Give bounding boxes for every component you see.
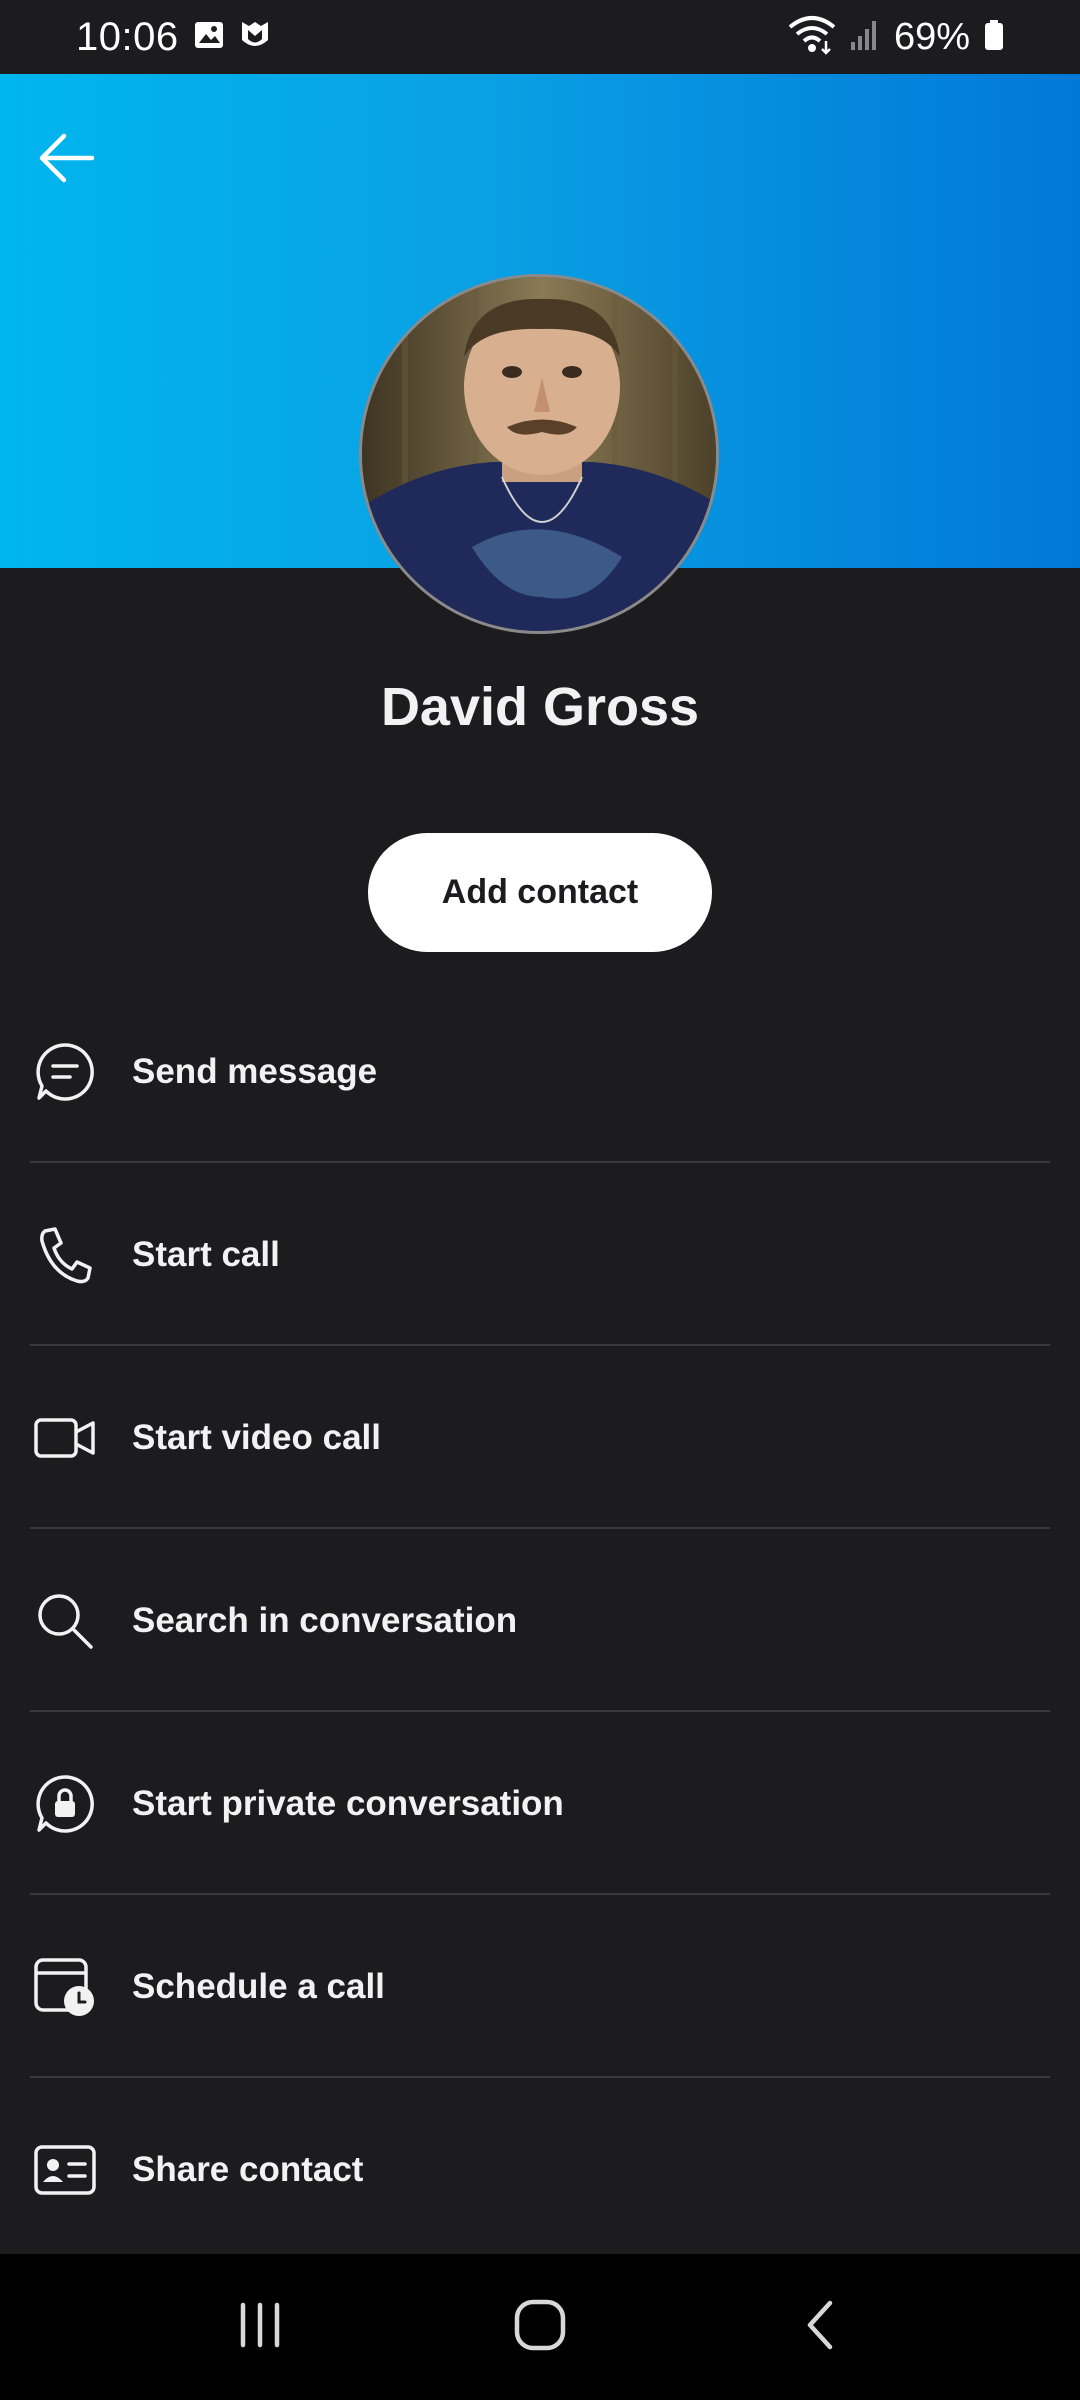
home-icon [513,2298,567,2357]
add-contact-button[interactable]: Add contact [368,833,712,952]
contact-profile-screen: 10:06 69% David Gross Add contact Send m… [0,0,1080,2400]
action-label: Start call [132,1234,280,1274]
action-search-in-conversation[interactable]: Search in conversation [0,1529,1080,1712]
back-nav-button[interactable] [770,2277,870,2377]
action-start-call[interactable]: Start call [0,1163,1080,1346]
action-label: Start video call [132,1417,381,1457]
battery-percent: 69% [893,15,970,58]
back-arrow-icon [36,132,96,189]
recent-apps-button[interactable] [210,2277,310,2377]
back-button[interactable] [30,124,102,196]
video-icon [30,1403,100,1473]
status-bar: 10:06 69% [0,0,1080,74]
calendar-clock-icon [30,1952,100,2022]
home-button[interactable] [490,2277,590,2377]
signal-icon [850,18,880,57]
action-schedule-a-call[interactable]: Schedule a call [0,1895,1080,2078]
phone-icon [30,1220,100,1290]
recent-apps-icon [235,2300,285,2355]
action-start-private-conversation[interactable]: Start private conversation [0,1712,1080,1895]
shield-app-icon [239,18,271,57]
action-start-video-call[interactable]: Start video call [0,1346,1080,1529]
action-label: Share contact [132,2149,364,2189]
wifi-icon [788,15,836,60]
search-icon [30,1586,100,1656]
message-icon [30,1037,100,1107]
action-send-message[interactable]: Send message [0,980,1080,1163]
status-left: 10:06 [76,15,271,60]
gallery-icon [193,19,225,56]
contact-name: David Gross [380,677,700,737]
action-label: Start private conversation [132,1783,564,1823]
actions-list: Send message Start call Start video call… [0,980,1080,2261]
contact-card-icon [30,2135,100,2205]
action-label: Schedule a call [132,1966,385,2006]
action-share-contact[interactable]: Share contact [0,2078,1080,2261]
battery-icon [984,19,1004,56]
chevron-left-icon [800,2298,840,2357]
system-nav-bar [0,2254,1080,2400]
status-time: 10:06 [76,14,179,59]
lock-chat-icon [30,1769,100,1839]
action-label: Search in conversation [132,1600,518,1640]
action-label: Send message [132,1051,378,1091]
avatar[interactable] [359,274,719,634]
status-right: 69% [788,15,1004,60]
